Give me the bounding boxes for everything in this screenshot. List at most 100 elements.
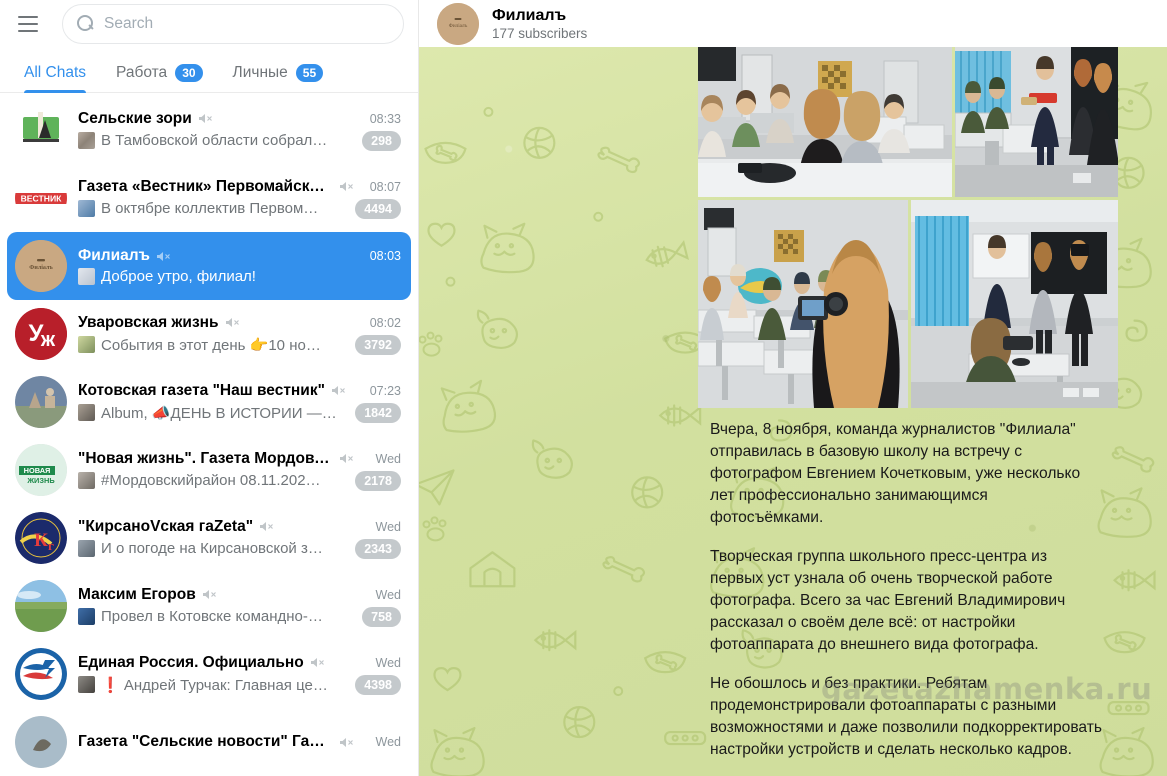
chat-timestamp: 08:33	[369, 111, 401, 126]
album-photo-demonstration[interactable]	[911, 200, 1118, 408]
chat-list[interactable]: Сельские зори 08:33 В Тамбовской области…	[0, 93, 418, 776]
svg-text:ЖИЗНЬ: ЖИЗНЬ	[26, 476, 55, 485]
album-row-top	[698, 47, 1118, 197]
unread-count-badge: 758	[362, 606, 401, 627]
muted-icon	[225, 316, 240, 329]
message-thumbnail-icon	[78, 268, 95, 285]
album-photo-two-girls[interactable]	[698, 47, 952, 197]
chat-list-item-maksim-egorov[interactable]: Максим Егоров Wed Провел в Котовске кома…	[7, 572, 411, 640]
chat-title: Единая Россия. Официально	[78, 653, 304, 671]
unread-count-badge: 3792	[355, 334, 401, 355]
chat-list-item-filial[interactable]: Филiалъ Филиалъ 08:03 Доброе утро, филиа…	[7, 232, 411, 300]
chat-timestamp: 07:23	[369, 383, 401, 398]
message-thumbnail-icon	[78, 608, 95, 625]
tab-lichnye[interactable]: Личные 55	[233, 64, 324, 92]
chat-title: "Новая жизнь". Газета Мордовск…	[78, 449, 333, 467]
album-row-bottom	[698, 200, 1118, 408]
message-thumbnail-icon	[78, 132, 95, 149]
chat-preview-message: Album, 📣ДЕНЬ В ИСТОРИИ —…	[101, 404, 337, 422]
chat-timestamp: Wed	[375, 519, 401, 534]
chat-title: Филиалъ	[78, 247, 150, 264]
message-paragraph-1: Вчера, 8 ноября, команда журналистов "Фи…	[710, 421, 1081, 526]
avatar: У ж	[15, 308, 67, 360]
chat-timestamp: Wed	[375, 655, 401, 670]
sidebar-toolbar: Search	[0, 0, 418, 47]
svg-text:ВЕСТНИК: ВЕСТНИК	[21, 194, 63, 204]
chat-preview-message: И о погоде на Кирсановской з…	[101, 540, 323, 557]
chat-preview-message: В Тамбовской области собрал…	[101, 132, 328, 149]
tab-rabota-badge: 30	[175, 64, 203, 82]
chat-timestamp: Wed	[375, 735, 401, 749]
message-paragraph-2: Творческая группа школьного пресс-центра…	[710, 548, 1066, 653]
unread-count-badge: 4398	[355, 674, 401, 695]
avatar: ВЕСТНИК	[15, 172, 67, 224]
album-photo-man-presenting[interactable]	[955, 47, 1118, 197]
chat-sidebar: Search All Chats Работа 30 Личные 55 Сел…	[0, 0, 419, 776]
chat-list-item-gazeta-vestnik[interactable]: ВЕСТНИК Газета «Вестник» Первомайског… 0…	[7, 164, 411, 232]
message-thumbnail-icon	[78, 336, 95, 353]
chat-timestamp: Wed	[375, 451, 401, 466]
muted-icon	[339, 736, 354, 749]
svg-text:Филiалъ: Филiалъ	[449, 23, 468, 29]
chat-title: "КирсаноVская гаZeta"	[78, 517, 254, 535]
telegram-window: Search All Chats Работа 30 Личные 55 Сел…	[0, 0, 1167, 776]
svg-text:ж: ж	[40, 329, 56, 351]
chat-preview-message: События в этот день 👉10 но…	[101, 336, 321, 354]
chat-messages-area[interactable]: Вчера, 8 ноября, команда журналистов "Фи…	[419, 47, 1167, 776]
chat-title: Газета «Вестник» Первомайског…	[78, 177, 333, 195]
chat-header-subscribers: 177 subscribers	[492, 25, 588, 41]
muted-icon	[310, 656, 325, 669]
unread-count-badge: 2343	[355, 538, 401, 559]
chat-header[interactable]: Филiалъ Филиалъ 177 subscribers	[419, 0, 1167, 47]
avatar	[15, 580, 67, 632]
avatar	[15, 648, 67, 700]
chat-title: Сельские зори	[78, 109, 192, 127]
chat-list-item-kirsanovskaya-gazeta[interactable]: К г "КирсаноVская гаZeta" Wed И о погоде…	[7, 504, 411, 572]
avatar: НОВАЯ ЖИЗНЬ	[15, 444, 67, 496]
svg-text:г: г	[48, 538, 54, 553]
chat-list-item-edinaya-rossiya[interactable]: Единая Россия. Официально Wed ❗ Андрей Т…	[7, 640, 411, 708]
chat-timestamp: 08:02	[369, 315, 401, 330]
avatar: Филiалъ	[15, 240, 67, 292]
muted-icon	[202, 588, 217, 601]
message-bubble[interactable]: Вчера, 8 ноября, команда журналистов "Фи…	[698, 47, 1118, 776]
chat-preview-message: ❗ Андрей Турчак: Главная це…	[101, 676, 328, 694]
album-photo-girl-filming[interactable]	[698, 200, 908, 408]
photo-album-grid[interactable]	[698, 47, 1118, 408]
chat-list-item-selskie-novosti[interactable]: Газета "Сельские новости" Гаври… Wed	[7, 708, 411, 776]
chat-header-avatar[interactable]: Филiалъ	[437, 2, 479, 45]
avatar	[15, 376, 67, 428]
chat-title: Уваровская жизнь	[78, 313, 219, 331]
avatar: К г	[15, 512, 67, 564]
svg-text:НОВАЯ: НОВАЯ	[24, 466, 51, 475]
tab-all-chats-label: All Chats	[24, 64, 87, 81]
chat-list-item-kotovskaya-gazeta[interactable]: Котовская газета "Наш вестник" 07:23 Alb…	[7, 368, 411, 436]
chat-list-item-selskie-zori[interactable]: Сельские зори 08:33 В Тамбовской области…	[7, 96, 411, 164]
message-text: Вчера, 8 ноября, команда журналистов "Фи…	[698, 408, 1118, 775]
muted-icon	[331, 384, 346, 397]
tab-rabota[interactable]: Работа 30	[116, 64, 203, 92]
chat-timestamp: 08:07	[369, 179, 401, 194]
tab-all-chats[interactable]: All Chats	[24, 64, 87, 93]
message-thumbnail-icon	[78, 200, 95, 217]
message-thumbnail-icon	[78, 676, 95, 693]
chat-timestamp: Wed	[375, 587, 401, 602]
avatar	[15, 104, 67, 156]
chat-header-meta: Филиалъ 177 subscribers	[492, 7, 587, 41]
chat-preview-message: Доброе утро, филиал!	[101, 268, 256, 285]
svg-text:К: К	[34, 530, 48, 551]
unread-count-badge: 2178	[355, 470, 401, 491]
hamburger-icon[interactable]	[18, 11, 44, 37]
chat-list-item-novaya-zhizn[interactable]: НОВАЯ ЖИЗНЬ "Новая жизнь". Газета Мордов…	[7, 436, 411, 504]
chat-title: Газета "Сельские новости" Гаври…	[78, 733, 333, 750]
search-input[interactable]: Search	[62, 3, 404, 44]
muted-icon	[156, 250, 171, 263]
chat-header-title: Филиалъ	[492, 6, 567, 24]
chat-pane: Филiалъ Филиалъ 177 subscribers Вчера, 8…	[419, 0, 1167, 776]
chat-list-item-uvarovskaya-zhizn[interactable]: У ж Уваровская жизнь 08:02 События в это…	[7, 300, 411, 368]
unread-count-badge: 4494	[355, 198, 401, 219]
message-thumbnail-icon	[78, 404, 95, 421]
chat-title: Котовская газета "Наш вестник"	[78, 381, 325, 399]
chat-preview-message: Провел в Котовске командно-…	[101, 608, 323, 625]
message-thumbnail-icon	[78, 540, 95, 557]
